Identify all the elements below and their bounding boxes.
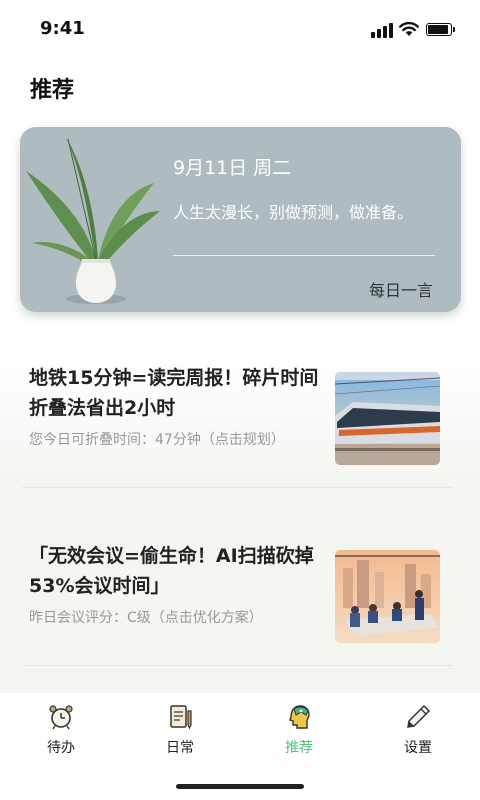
status-time: 9:41 (40, 18, 85, 39)
meeting-room-image (335, 550, 440, 643)
status-bar: 9:41 (0, 0, 480, 60)
tab-label: 日常 (166, 740, 194, 756)
article-item[interactable]: 「无效会议=偷生命！AI扫描砍掉53%会议时间」 昨日会议评分：C级（点击优化方… (22, 518, 453, 666)
tab-settings[interactable]: 设置 (373, 703, 463, 763)
tab-daily[interactable]: 日常 (135, 703, 225, 763)
cellular-signal-icon (371, 22, 393, 38)
home-indicator[interactable] (176, 784, 304, 789)
article-title: 「无效会议=偷生命！AI扫描砍掉53%会议时间」 (29, 545, 314, 597)
article-meta[interactable]: 昨日会议评分：C级（点击优化方案） (29, 607, 319, 629)
potted-plant-illustration (26, 137, 160, 304)
tab-label: 待办 (47, 740, 75, 756)
alarm-clock-icon (49, 705, 73, 730)
article-title: 地铁15分钟=读完周报！碎片时间折叠法省出2小时 (29, 367, 319, 419)
article-item[interactable]: 地铁15分钟=读完周报！碎片时间折叠法省出2小时 您今日可折叠时间：47分钟（点… (22, 340, 453, 488)
article-divider (22, 487, 453, 488)
quote-tag: 每日一言 (368, 281, 433, 300)
pencil-icon (407, 704, 431, 728)
brain-head-icon (289, 705, 310, 729)
notepad-icon (170, 705, 192, 730)
wifi-icon (399, 21, 419, 36)
article-divider (22, 665, 453, 666)
article-meta[interactable]: 您今日可折叠时间：47分钟（点击规划） (29, 429, 319, 451)
daily-quote-card[interactable]: 9月11日 周二 人生太漫长，别做预测，做准备。 每日一言 (20, 127, 461, 312)
subway-train-image (335, 372, 440, 465)
tab-recommend[interactable]: 推荐 (254, 703, 344, 763)
battery-icon (426, 23, 455, 36)
tab-todo[interactable]: 待办 (16, 703, 106, 763)
page-title: 推荐 (30, 78, 75, 103)
quote-date: 9月11日 周二 (173, 157, 292, 179)
tab-label: 推荐 (285, 740, 313, 756)
tab-label: 设置 (404, 740, 432, 756)
quote-divider (173, 255, 435, 256)
quote-text: 人生太漫长，别做预测，做准备。 (173, 203, 414, 222)
